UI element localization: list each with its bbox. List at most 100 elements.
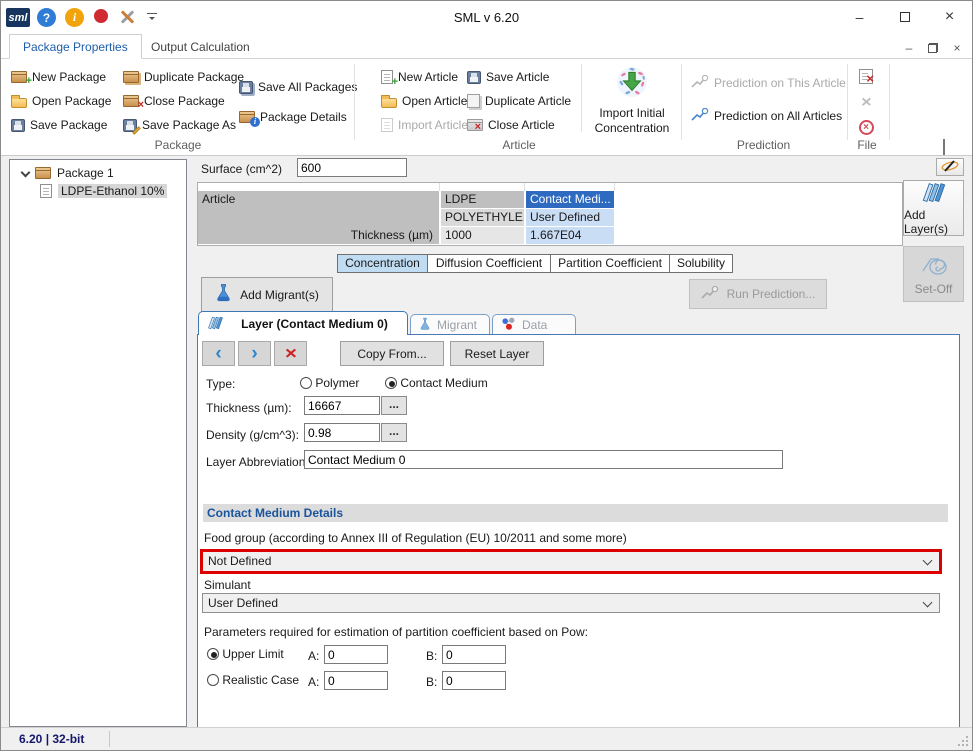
prediction-disabled-icon xyxy=(691,75,709,92)
article-layers-grid: Article Thickness (µm) LDPE Contact Medi… xyxy=(197,182,903,246)
radio-contact-medium[interactable]: Contact Medium xyxy=(385,376,488,390)
grid-layer1-name[interactable]: LDPE xyxy=(441,191,524,208)
resize-grip[interactable] xyxy=(966,744,968,746)
import-article-icon xyxy=(381,118,393,132)
simulant-dropdown[interactable]: User Defined xyxy=(202,593,940,613)
realistic-b-input[interactable] xyxy=(442,671,506,690)
thickness-input[interactable] xyxy=(304,396,380,415)
import-article-button: Import Article xyxy=(381,115,468,135)
type-label: Type: xyxy=(206,377,235,391)
radio-polymer-circle[interactable] xyxy=(300,377,312,389)
window-minimize-button[interactable]: – xyxy=(837,1,882,33)
save-article-icon xyxy=(467,71,481,84)
layer-detail-panel: ‹ › × Copy From... Reset Layer Type: Pol… xyxy=(197,334,960,728)
open-package-button[interactable]: Open Package xyxy=(11,91,111,111)
new-package-button[interactable]: + New Package xyxy=(11,67,106,87)
previous-layer-button[interactable]: ‹ xyxy=(202,341,235,366)
radio-polymer[interactable]: Polymer xyxy=(300,376,359,390)
tab-diffusion-coefficient[interactable]: Diffusion Coefficient xyxy=(427,254,551,273)
package-icon xyxy=(35,167,51,179)
open-article-button[interactable]: Open Article xyxy=(381,91,467,111)
upper-b-input[interactable] xyxy=(442,645,506,664)
upper-a-label: A: xyxy=(308,649,319,663)
radio-contact-medium-circle[interactable] xyxy=(385,377,397,389)
close-article-button[interactable]: × Close Article xyxy=(467,115,555,135)
window-maximize-button[interactable] xyxy=(882,1,927,33)
tree-expander-icon[interactable] xyxy=(21,167,31,177)
layer-abbreviation-label: Layer Abbreviation: xyxy=(206,455,309,469)
density-browse-button[interactable]: ... xyxy=(381,423,407,442)
radio-realistic-case[interactable]: Realistic Case xyxy=(207,673,299,687)
article-close-icon: × xyxy=(467,119,483,131)
package-group-label: Package xyxy=(5,138,351,152)
tab-concentration[interactable]: Concentration xyxy=(337,254,428,273)
new-article-button[interactable]: + New Article xyxy=(381,67,458,87)
grid-layer2-material[interactable]: User Defined xyxy=(526,209,614,226)
food-group-highlight-box: Not Defined xyxy=(200,549,942,574)
radio-realistic-case-circle[interactable] xyxy=(207,674,219,686)
realistic-b-label: B: xyxy=(426,675,437,689)
tab-package-properties[interactable]: Package Properties xyxy=(9,34,142,59)
grid-layer1-thickness[interactable]: 1000 xyxy=(441,227,524,244)
tree-node-package[interactable]: Package 1 xyxy=(10,164,186,182)
save-all-packages-button[interactable]: Save All Packages xyxy=(239,77,357,97)
food-group-dropdown[interactable]: Not Defined xyxy=(203,552,939,571)
prediction-on-all-articles-button[interactable]: Prediction on All Articles xyxy=(691,106,842,126)
file-close-all-button: × xyxy=(853,91,879,113)
simulant-label: Simulant xyxy=(204,578,251,592)
package-info-icon: i xyxy=(239,111,255,123)
save-all-icon xyxy=(239,81,253,94)
file-exit-button[interactable]: × xyxy=(853,116,879,138)
wizard-button[interactable] xyxy=(936,158,964,176)
save-icon xyxy=(11,119,25,132)
import-initial-concentration-button[interactable]: Import Initial Concentration xyxy=(589,65,675,136)
prediction-group-label: Prediction xyxy=(681,138,846,152)
close-package-button[interactable]: × Close Package xyxy=(123,91,225,111)
molecule-icon xyxy=(501,316,516,334)
realistic-a-label: A: xyxy=(308,675,319,689)
copy-from-button[interactable]: Copy From... xyxy=(340,341,444,366)
delete-layer-button[interactable]: × xyxy=(274,341,307,366)
document-restore-button[interactable] xyxy=(922,40,944,56)
article-group-label: Article xyxy=(381,138,657,152)
document-close-button[interactable]: × xyxy=(946,40,968,56)
upper-b-label: B: xyxy=(426,649,437,663)
grid-layer2-thickness[interactable]: 1.667E04 xyxy=(526,227,614,244)
save-package-as-button[interactable]: Save Package As xyxy=(123,115,236,135)
tree-node-article[interactable]: LDPE-Ethanol 10% xyxy=(10,182,186,200)
add-migrants-button[interactable]: Add Migrant(s) xyxy=(201,277,333,312)
radio-upper-limit-circle[interactable] xyxy=(207,648,219,660)
file-close-button[interactable]: × xyxy=(853,65,879,87)
radio-upper-limit[interactable]: Upper Limit xyxy=(207,647,284,661)
add-layers-button[interactable]: Add Layer(s) xyxy=(903,180,964,236)
arrow-right-icon: › xyxy=(251,343,257,365)
reset-layer-button[interactable]: Reset Layer xyxy=(450,341,544,366)
duplicate-package-button[interactable]: Duplicate Package xyxy=(123,67,244,87)
surface-label: Surface (cm^2) xyxy=(201,162,282,176)
window-close-button[interactable]: × xyxy=(927,1,972,33)
thickness-browse-button[interactable]: ... xyxy=(381,396,407,415)
package-details-button[interactable]: i Package Details xyxy=(239,107,347,127)
density-input[interactable] xyxy=(304,423,380,442)
layer-abbreviation-input[interactable] xyxy=(304,450,783,469)
tab-output-calculation[interactable]: Output Calculation xyxy=(138,34,263,59)
document-minimize-button[interactable]: – xyxy=(898,40,920,56)
migrant-flask-icon xyxy=(419,317,431,334)
next-layer-button[interactable]: › xyxy=(238,341,271,366)
tab-layer-contact-medium[interactable]: Layer (Contact Medium 0) xyxy=(198,311,408,335)
save-package-button[interactable]: Save Package xyxy=(11,115,107,135)
grid-layer1-material[interactable]: POLYETHYLE... xyxy=(441,209,524,226)
tab-solubility[interactable]: Solubility xyxy=(669,254,733,273)
upper-a-input[interactable] xyxy=(324,645,388,664)
restore-icon xyxy=(928,43,938,53)
duplicate-article-button[interactable]: Duplicate Article xyxy=(467,91,571,111)
package-plus-icon: + xyxy=(11,71,27,83)
surface-input[interactable] xyxy=(297,158,407,177)
grid-layer2-name-selected[interactable]: Contact Medi... xyxy=(526,191,614,208)
tab-partition-coefficient[interactable]: Partition Coefficient xyxy=(550,254,670,273)
ribbon-tab-row: Package Properties Output Calculation – … xyxy=(1,34,972,59)
save-article-button[interactable]: Save Article xyxy=(467,67,549,87)
realistic-a-input[interactable] xyxy=(324,671,388,690)
window-title: SML v 6.20 xyxy=(1,10,972,25)
ribbon-collapse-button[interactable] xyxy=(943,141,945,155)
